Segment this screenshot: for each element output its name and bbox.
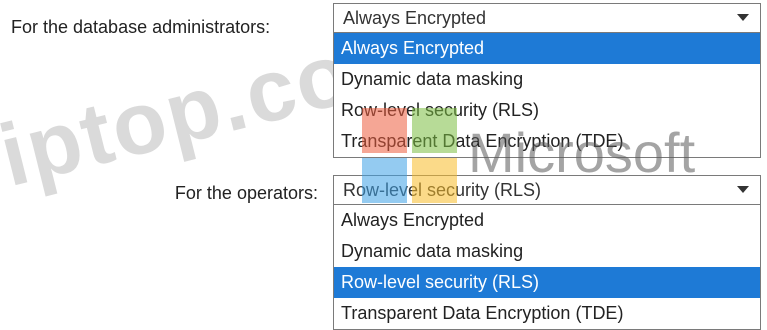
admins-option[interactable]: Row-level security (RLS) — [334, 95, 760, 126]
operators-option[interactable]: Transparent Data Encryption (TDE) — [334, 298, 760, 329]
chevron-down-icon[interactable] — [726, 4, 760, 32]
operators-options-list: Always Encrypted Dynamic data masking Ro… — [333, 205, 761, 330]
operators-dropdown[interactable]: Row-level security (RLS) Always Encrypte… — [333, 175, 761, 330]
operators-selected-value: Row-level security (RLS) — [343, 180, 542, 200]
admins-select[interactable]: Always Encrypted — [333, 3, 761, 33]
admins-option[interactable]: Transparent Data Encryption (TDE) — [334, 126, 760, 157]
admins-options-list: Always Encrypted Dynamic data masking Ro… — [333, 33, 761, 158]
admins-option[interactable]: Dynamic data masking — [334, 64, 760, 95]
operators-option[interactable]: Always Encrypted — [334, 205, 760, 236]
operators-label: For the operators: — [174, 183, 318, 203]
chevron-down-icon[interactable] — [726, 176, 760, 204]
operators-option[interactable]: Dynamic data masking — [334, 236, 760, 267]
admins-option[interactable]: Always Encrypted — [334, 33, 760, 64]
admins-label: For the database administrators: — [11, 17, 271, 37]
admins-selected-value: Always Encrypted — [343, 8, 487, 28]
operators-option[interactable]: Row-level security (RLS) — [334, 267, 760, 298]
operators-select[interactable]: Row-level security (RLS) — [333, 175, 761, 205]
admins-dropdown[interactable]: Always Encrypted Always Encrypted Dynami… — [333, 3, 761, 158]
